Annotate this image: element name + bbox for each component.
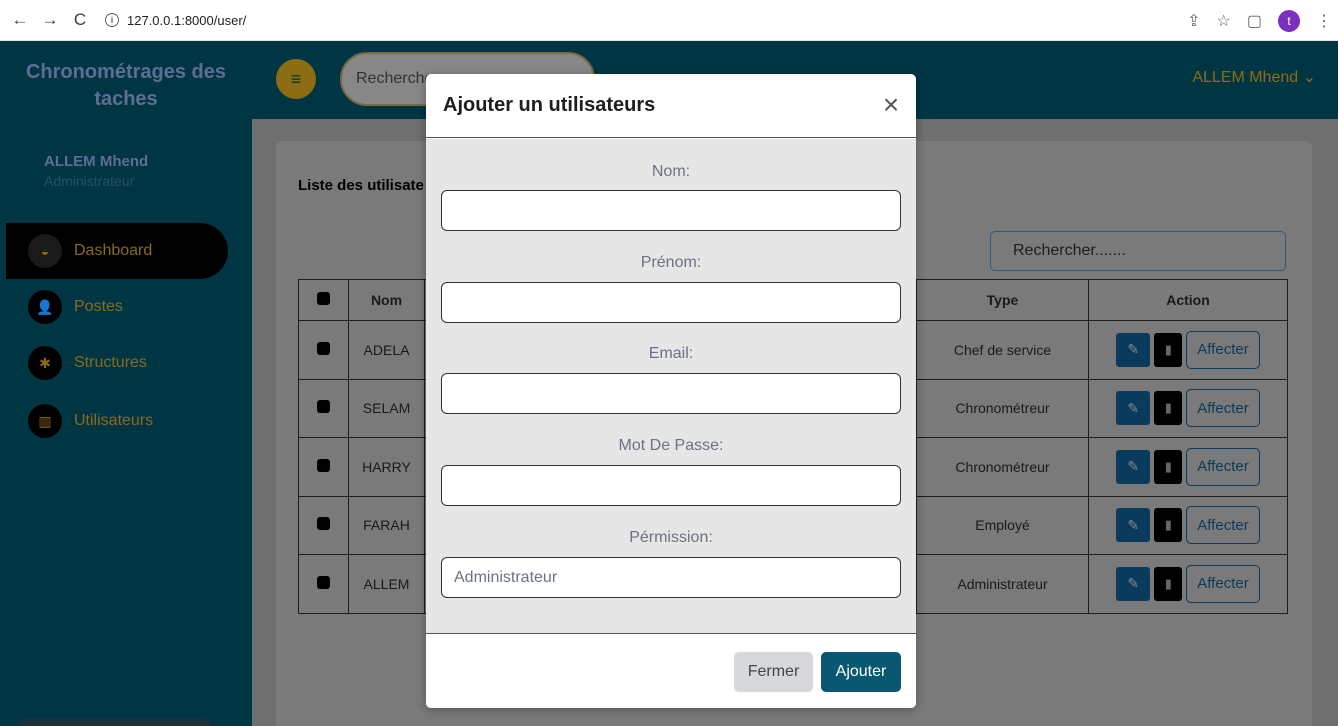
modal-title: Ajouter un utilisateurs [443, 94, 656, 116]
site-info-icon[interactable]: i [105, 13, 119, 27]
close-icon[interactable]: × [876, 89, 906, 120]
add-user-modal: Ajouter un utilisateurs × Nom: Prénom: E… [426, 74, 916, 708]
permission-input[interactable]: Administrateur [441, 557, 901, 598]
bookmark-star-icon[interactable]: ☆ [1217, 11, 1231, 31]
submit-button[interactable]: Ajouter [821, 652, 901, 692]
sidepanel-icon[interactable]: ▢ [1247, 11, 1262, 31]
prenom-label: Prénom: [640, 254, 702, 271]
back-icon[interactable]: ← [9, 9, 31, 31]
url-text[interactable]: 127.0.0.1:8000/user/ [127, 13, 246, 28]
browser-actions: ⇪ ☆ ▢ t ⋮ [1187, 0, 1332, 41]
nom-label: Nom: [651, 163, 691, 180]
password-input[interactable] [441, 465, 901, 506]
address-bar[interactable]: i 127.0.0.1:8000/user/ [105, 13, 246, 28]
close-button[interactable]: Fermer [734, 652, 813, 692]
password-label: Mot De Passe: [618, 437, 724, 454]
nom-input[interactable] [441, 190, 901, 231]
email-label: Email: [648, 345, 694, 362]
modal-body: Nom: Prénom: Email: Mot De Passe: Pérmis… [426, 139, 916, 633]
email-input[interactable] [441, 373, 901, 414]
profile-avatar[interactable]: t [1278, 9, 1300, 32]
permission-label: Pérmission: [629, 529, 713, 546]
share-icon[interactable]: ⇪ [1187, 11, 1200, 31]
forward-icon[interactable]: → [39, 9, 61, 31]
modal-header: Ajouter un utilisateurs × [426, 74, 916, 138]
kebab-menu-icon[interactable]: ⋮ [1316, 11, 1332, 31]
browser-toolbar: ← → C i 127.0.0.1:8000/user/ ⇪ ☆ ▢ t ⋮ [0, 0, 1338, 41]
prenom-input[interactable] [441, 282, 901, 323]
reload-icon[interactable]: C [69, 9, 91, 31]
modal-footer: Fermer Ajouter [426, 633, 916, 708]
